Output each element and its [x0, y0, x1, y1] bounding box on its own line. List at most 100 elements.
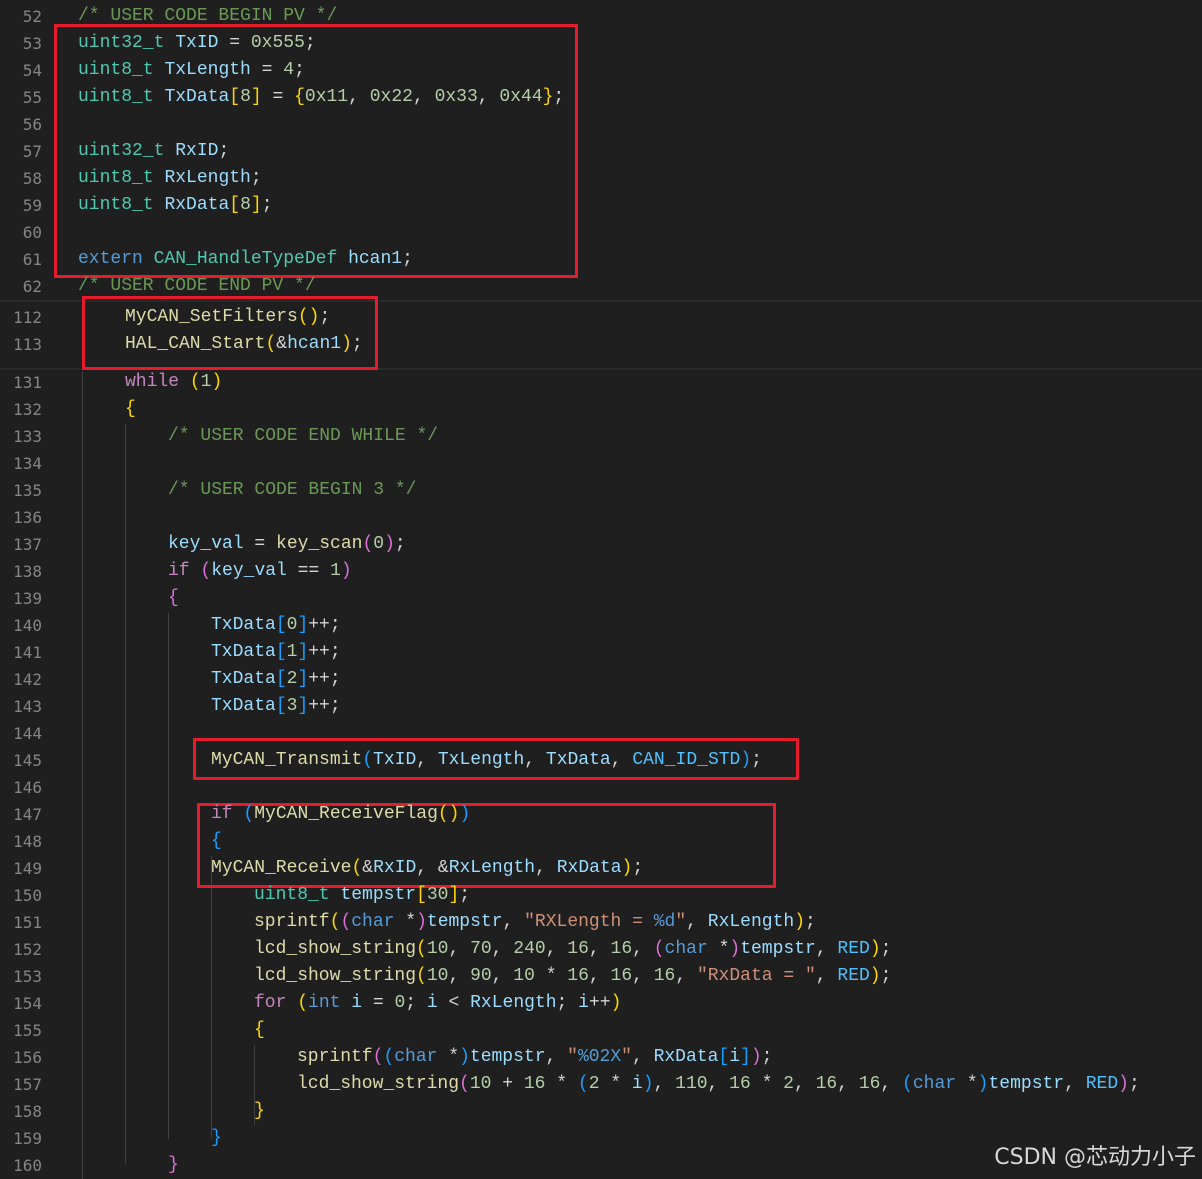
code-line[interactable]: }: [211, 1125, 222, 1152]
code-token: ==: [286, 561, 331, 581]
line-number: 152: [13, 940, 42, 959]
code-token: RED: [837, 966, 870, 986]
code-line[interactable]: for (int i = 0; i < RxLength; i++): [254, 990, 621, 1017]
code-token: sprintf: [297, 1047, 373, 1067]
line-number: 136: [13, 508, 42, 527]
code-token: ,: [707, 1074, 730, 1094]
code-token: [: [416, 885, 427, 905]
code-token: (: [362, 750, 374, 770]
code-line[interactable]: {: [211, 828, 222, 855]
code-token: ;: [218, 141, 230, 161]
code-line[interactable]: if (MyCAN_ReceiveFlag()): [211, 801, 470, 828]
code-line[interactable]: MyCAN_Transmit(TxID, TxLength, TxData, C…: [211, 747, 762, 774]
line-number: 138: [13, 562, 42, 581]
code-token: ,: [1064, 1074, 1086, 1094]
code-token: [: [229, 195, 241, 215]
code-token: 10: [469, 1074, 492, 1094]
code-line[interactable]: uint8_t TxData[8] = {0x11, 0x22, 0x33, 0…: [78, 84, 564, 111]
line-number: 135: [13, 481, 42, 500]
code-token: ): [750, 1047, 762, 1067]
code-token: (: [416, 966, 427, 986]
code-token: }: [254, 1101, 265, 1121]
code-line[interactable]: TxData[1]++;: [211, 639, 341, 666]
line-number: 156: [13, 1048, 42, 1067]
code-line[interactable]: HAL_CAN_Start(&hcan1);: [125, 331, 363, 358]
code-token: TxData: [211, 696, 276, 716]
code-token: +: [491, 1074, 524, 1094]
code-token: ;: [751, 750, 762, 770]
code-token: hcan1: [287, 334, 342, 354]
code-token: *: [545, 1074, 578, 1094]
code-token: ;: [304, 33, 316, 53]
code-token: ;: [880, 939, 892, 959]
code-token: ;: [405, 993, 427, 1013]
code-token: TxLength: [164, 60, 251, 80]
code-token: ": [675, 912, 687, 932]
code-token: *: [534, 966, 568, 986]
code-line[interactable]: uint8_t tempstr[30];: [254, 882, 470, 909]
code-line[interactable]: uint8_t RxLength;: [78, 165, 262, 192]
code-token: uint8_t: [78, 60, 154, 80]
code-token: (: [459, 1074, 470, 1094]
code-editor[interactable]: CSDN @芯动力小子 52 /* USER CODE BEGIN PV */ 53…: [0, 0, 1202, 1179]
line-number: 54: [22, 61, 42, 80]
code-line[interactable]: {: [168, 585, 179, 612]
watermark: CSDN @芯动力小子: [994, 1145, 1196, 1170]
code-line[interactable]: lcd_show_string(10, 70, 240, 16, 16, (ch…: [254, 936, 891, 963]
code-line[interactable]: {: [254, 1017, 265, 1044]
code-line[interactable]: uint8_t TxLength = 4;: [78, 57, 305, 84]
code-token: lcd_show_string: [254, 966, 417, 986]
code-line[interactable]: }: [254, 1098, 265, 1125]
code-token: 1: [200, 372, 212, 392]
code-token: (: [372, 1047, 384, 1067]
code-line[interactable]: if (key_val == 1): [168, 558, 352, 585]
code-token: ": [621, 1047, 632, 1067]
code-line[interactable]: uint8_t RxData[8];: [78, 192, 273, 219]
code-token: ;: [553, 87, 565, 107]
code-token: ,: [675, 966, 697, 986]
code-token: ,: [545, 939, 568, 959]
code-token: (: [416, 939, 427, 959]
code-line[interactable]: /* USER CODE END PV */: [78, 273, 316, 300]
code-line[interactable]: lcd_show_string(10 + 16 * (2 * i), 110, …: [297, 1071, 1140, 1098]
code-line[interactable]: /* USER CODE END WHILE */: [168, 423, 438, 450]
code-line[interactable]: TxData[3]++;: [211, 693, 341, 720]
line-number: 62: [22, 277, 42, 296]
code-line[interactable]: sprintf((char *)tempstr, "%02X", RxData[…: [297, 1044, 772, 1071]
code-line[interactable]: }: [168, 1152, 179, 1179]
code-line[interactable]: while (1): [125, 369, 222, 396]
code-token: tempstr: [740, 939, 816, 959]
code-line[interactable]: lcd_show_string(10, 90, 10 * 16, 16, 16,…: [254, 963, 891, 990]
code-token: RxData: [556, 858, 622, 878]
code-line[interactable]: TxData[2]++;: [211, 666, 341, 693]
code-token: , &: [416, 858, 449, 878]
code-token: TxData: [545, 750, 611, 770]
code-token: ,: [837, 1074, 859, 1094]
code-token: i: [631, 1074, 643, 1094]
code-token: ): [977, 1074, 989, 1094]
code-line[interactable]: MyCAN_Receive(&RxID, &RxLength, RxData);: [211, 855, 643, 882]
code-line[interactable]: /* USER CODE BEGIN PV */: [78, 3, 337, 30]
code-line[interactable]: MyCAN_SetFilters();: [125, 304, 330, 331]
code-line[interactable]: uint32_t TxID = 0x555;: [78, 30, 316, 57]
code-line[interactable]: {: [125, 396, 136, 423]
code-token: {: [125, 399, 136, 419]
code-line[interactable]: extern CAN_HandleTypeDef hcan1;: [78, 246, 413, 273]
code-line[interactable]: sprintf((char *)tempstr, "RXLength = %d"…: [254, 909, 816, 936]
code-token: tempstr: [340, 885, 417, 905]
code-token: ;: [556, 993, 579, 1013]
code-line[interactable]: /* USER CODE BEGIN 3 */: [168, 477, 416, 504]
line-number: 133: [13, 427, 42, 446]
code-token: ;: [761, 1047, 773, 1067]
code-line[interactable]: key_val = key_scan(0);: [168, 531, 406, 558]
code-token: RxLength: [707, 912, 795, 932]
code-token: 16: [523, 1074, 546, 1094]
code-line[interactable]: TxData[0]++;: [211, 612, 341, 639]
code-line[interactable]: uint32_t RxID;: [78, 138, 229, 165]
code-token: 0x22: [369, 87, 413, 107]
code-token: 16: [610, 939, 633, 959]
code-token: [: [275, 642, 287, 662]
